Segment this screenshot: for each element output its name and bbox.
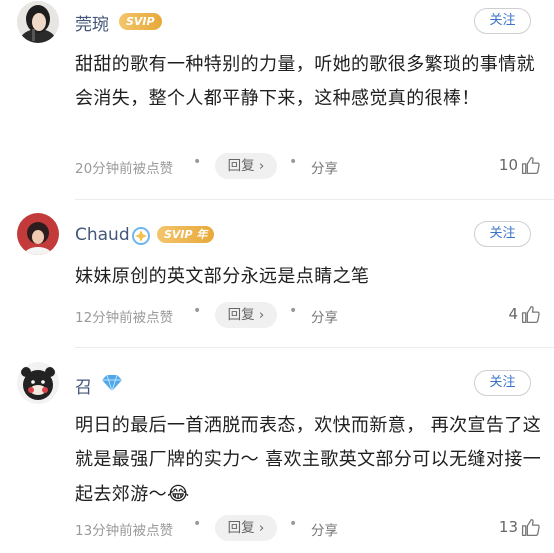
dot-separator: • [193, 516, 202, 532]
username[interactable]: 莞琬 [75, 10, 109, 35]
like-count: 13 [498, 518, 518, 536]
like-count: 4 [508, 305, 518, 323]
comment-text-content: 明日的最后一首洒脱而表态，欢快而新意， 再次宣告了这就是最强厂牌的实力～ 喜欢主… [75, 415, 542, 505]
dot-separator: • [289, 303, 298, 319]
divider [75, 199, 554, 200]
like-count: 10 [498, 156, 518, 174]
reply-button[interactable]: 回复 › [215, 302, 277, 328]
timestamp: 13分钟前被点赞 [75, 523, 174, 539]
timestamp: 20分钟前被点赞 [75, 161, 174, 177]
reply-button[interactable]: 回复 › [215, 153, 277, 179]
thumbs-up-icon[interactable] [521, 518, 540, 537]
dot-separator: • [193, 154, 202, 170]
diamond-icon [102, 374, 122, 392]
laughing-emoji-icon: 😂 [167, 483, 190, 505]
dot-separator: • [193, 303, 202, 319]
avatar[interactable] [17, 213, 59, 255]
avatar[interactable] [17, 1, 59, 43]
thumbs-up-icon[interactable] [521, 305, 540, 324]
thumbs-up-icon[interactable] [521, 156, 540, 175]
avatar-image [17, 1, 59, 43]
sparkle-badge-icon [132, 227, 150, 245]
svip-badge: SVIP 年 [157, 226, 215, 243]
follow-button[interactable]: 关注 [474, 8, 531, 34]
share-button[interactable]: 分享 [311, 519, 338, 539]
comment-text: 明日的最后一首洒脱而表态，欢快而新意， 再次宣告了这就是最强厂牌的实力～ 喜欢主… [75, 409, 547, 512]
dot-separator: • [289, 516, 298, 532]
username[interactable]: 召 [75, 373, 92, 398]
comment-meta: 12分钟前被点赞 • 回复 › • 分享 4 [75, 302, 540, 328]
username[interactable]: Chaud [75, 225, 130, 245]
reply-button[interactable]: 回复 › [215, 515, 277, 541]
comment-text: 妹妹原创的英文部分永远是点睛之笔 [75, 266, 370, 287]
divider [75, 347, 554, 348]
avatar[interactable] [17, 362, 59, 404]
dot-separator: • [289, 154, 298, 170]
avatar-image [17, 213, 59, 255]
share-button[interactable]: 分享 [311, 306, 338, 326]
follow-button[interactable]: 关注 [474, 221, 531, 247]
timestamp: 12分钟前被点赞 [75, 310, 174, 326]
follow-button[interactable]: 关注 [474, 370, 531, 396]
comment-meta: 20分钟前被点赞 • 回复 › • 分享 10 [75, 153, 540, 179]
comment-text: 甜甜的歌有一种特别的力量，听她的歌很多繁琐的事情就会消失，整个人都平静下来，这种… [75, 54, 535, 109]
avatar-image [17, 362, 59, 404]
share-button[interactable]: 分享 [311, 157, 338, 177]
svip-badge: SVIP [119, 13, 162, 30]
comment-meta: 13分钟前被点赞 • 回复 › • 分享 13 [75, 515, 540, 541]
